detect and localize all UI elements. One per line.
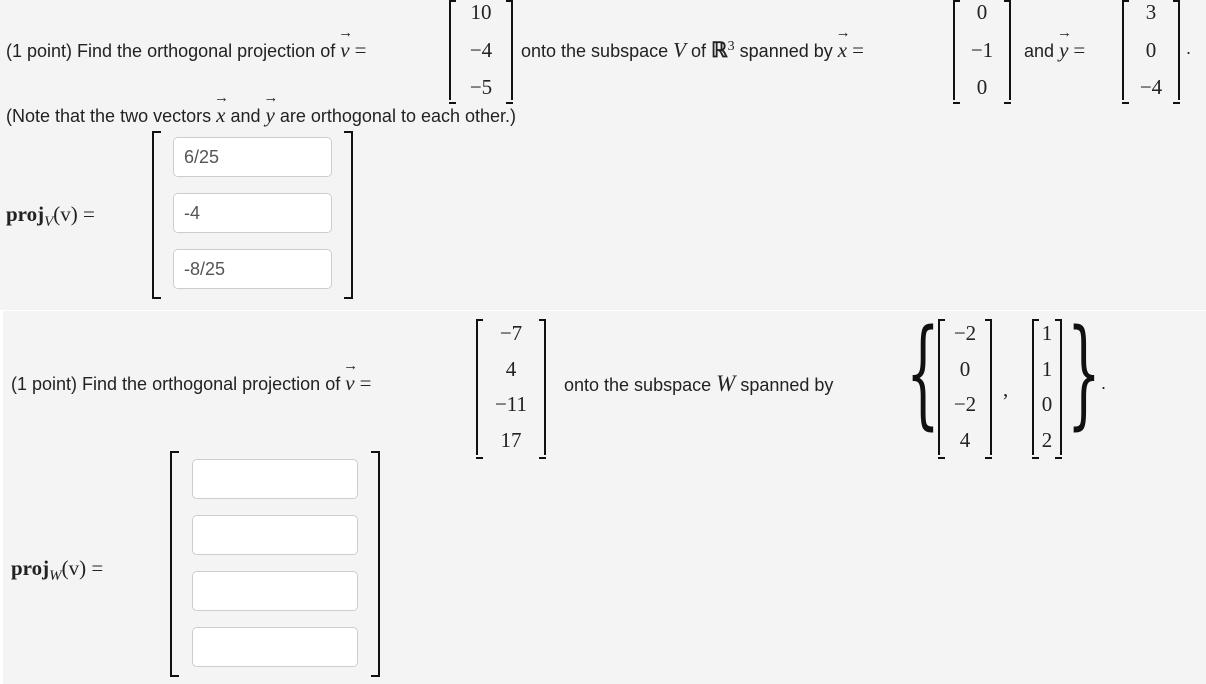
period: . xyxy=(1101,373,1107,393)
right-bracket xyxy=(371,451,380,677)
matrix-cell: 0 xyxy=(976,0,988,24)
problem-1-intro: (1 point) Find the orthogonal projection… xyxy=(6,38,366,63)
answer-input-1[interactable] xyxy=(193,460,357,498)
vector-x: x xyxy=(838,38,847,63)
matrix-cell: −5 xyxy=(469,75,493,99)
answer-field-3 xyxy=(192,571,358,611)
equals-sign: = xyxy=(354,38,367,62)
answer-input-2[interactable] xyxy=(193,516,357,554)
vector-v-matrix: 10 −4 −5 xyxy=(449,0,513,104)
period: . xyxy=(1186,38,1192,58)
vector-y: y xyxy=(266,103,275,128)
matrix-cell: 10 xyxy=(470,0,492,24)
basis-vector-1: −2 0 −2 4 xyxy=(938,319,992,459)
answer-input-4[interactable] xyxy=(193,628,357,666)
subscript: V xyxy=(44,214,54,231)
spanned-text: spanned by xyxy=(739,41,833,61)
matrix-cell: 0 xyxy=(959,356,971,381)
proj-V-label: projV(v) = xyxy=(6,202,95,231)
proj-W-label: projW(v) = xyxy=(11,556,103,585)
left-brace: { xyxy=(906,303,940,441)
argument: (v) = xyxy=(53,202,95,226)
vector-y: y xyxy=(1059,38,1068,63)
matrix-cell: 0 xyxy=(976,75,988,99)
matrix-cell: −4 xyxy=(469,37,493,62)
problem-1-mid: onto the subspace V of ℝ3 spanned by x = xyxy=(521,38,864,63)
matrix-cell: −7 xyxy=(499,321,523,345)
subspace-W: W xyxy=(716,371,736,396)
left-bracket xyxy=(152,131,161,299)
matrix-cell: 2 xyxy=(1041,427,1053,452)
and-y: and y = xyxy=(1024,38,1085,63)
proj-text: proj xyxy=(6,202,45,226)
matrix-cell: 3 xyxy=(1145,0,1157,24)
subspace-V: V xyxy=(673,38,686,62)
vector-v: v xyxy=(345,371,354,396)
problem-2-panel: (1 point) Find the orthogonal projection… xyxy=(3,311,1206,684)
matrix-cell: 1 xyxy=(1041,321,1053,345)
equals-sign: = xyxy=(1073,38,1086,62)
answer-input-2[interactable] xyxy=(174,194,331,232)
answer-input-3[interactable] xyxy=(193,572,357,610)
spanned-text: spanned by xyxy=(740,375,834,395)
subscript: W xyxy=(49,568,62,585)
problem-2-intro: (1 point) Find the orthogonal projection… xyxy=(11,371,371,396)
vector-x-matrix: 0 −1 0 xyxy=(953,0,1011,104)
matrix-cell: −11 xyxy=(494,392,528,417)
note-end: are orthogonal to each other.) xyxy=(279,106,517,126)
problem-1-panel: (1 point) Find the orthogonal projection… xyxy=(0,0,1206,310)
answer-input-1[interactable] xyxy=(174,138,331,176)
answer-field-1 xyxy=(192,459,358,499)
matrix-cell: −2 xyxy=(953,392,977,417)
vector-y-matrix: 3 0 −4 xyxy=(1122,0,1180,104)
intro-text: (1 point) Find the orthogonal projection… xyxy=(6,41,336,61)
note-start: (Note that the two vectors xyxy=(6,106,212,126)
answer-field-1 xyxy=(173,137,332,177)
left-bracket xyxy=(170,451,179,677)
matrix-cell: 1 xyxy=(1041,356,1053,381)
answer-field-2 xyxy=(192,515,358,555)
matrix-cell: −1 xyxy=(970,37,994,62)
problem-2-mid: onto the subspace W spanned by xyxy=(564,371,833,397)
mid-text: onto the subspace xyxy=(564,375,712,395)
mid-text: onto the subspace xyxy=(521,41,669,61)
proj-text: proj xyxy=(11,556,50,580)
vector-v: v xyxy=(340,38,349,63)
matrix-cell: −2 xyxy=(953,321,977,345)
argument: (v) = xyxy=(61,556,104,580)
right-bracket xyxy=(344,131,353,299)
answer-field-4 xyxy=(192,627,358,667)
and-text: and xyxy=(1024,41,1055,61)
answer-field-2 xyxy=(173,193,332,233)
vector-v-matrix: −7 4 −11 17 xyxy=(476,319,546,459)
real-numbers-symbol: ℝ xyxy=(711,38,728,62)
exponent: 3 xyxy=(727,39,735,54)
matrix-cell: 4 xyxy=(959,427,971,452)
vector-x: x xyxy=(216,103,225,128)
answer-field-3 xyxy=(173,249,332,289)
matrix-cell: −4 xyxy=(1139,75,1163,99)
intro-text: (1 point) Find the orthogonal projection… xyxy=(11,374,341,394)
note-text: (Note that the two vectors x and y are o… xyxy=(6,103,516,128)
equals-sign: = xyxy=(359,371,372,395)
comma: , xyxy=(1003,377,1009,401)
basis-vector-2: 1 1 0 2 xyxy=(1032,319,1062,459)
answer-input-3[interactable] xyxy=(174,250,331,288)
right-brace: } xyxy=(1067,303,1101,441)
equals-sign: = xyxy=(852,38,864,62)
matrix-cell: 4 xyxy=(505,356,517,381)
and-text: and xyxy=(230,106,261,126)
matrix-cell: 0 xyxy=(1041,392,1053,417)
matrix-cell: 17 xyxy=(500,427,522,452)
of-text: of xyxy=(690,41,706,61)
matrix-cell: 0 xyxy=(1145,37,1157,62)
